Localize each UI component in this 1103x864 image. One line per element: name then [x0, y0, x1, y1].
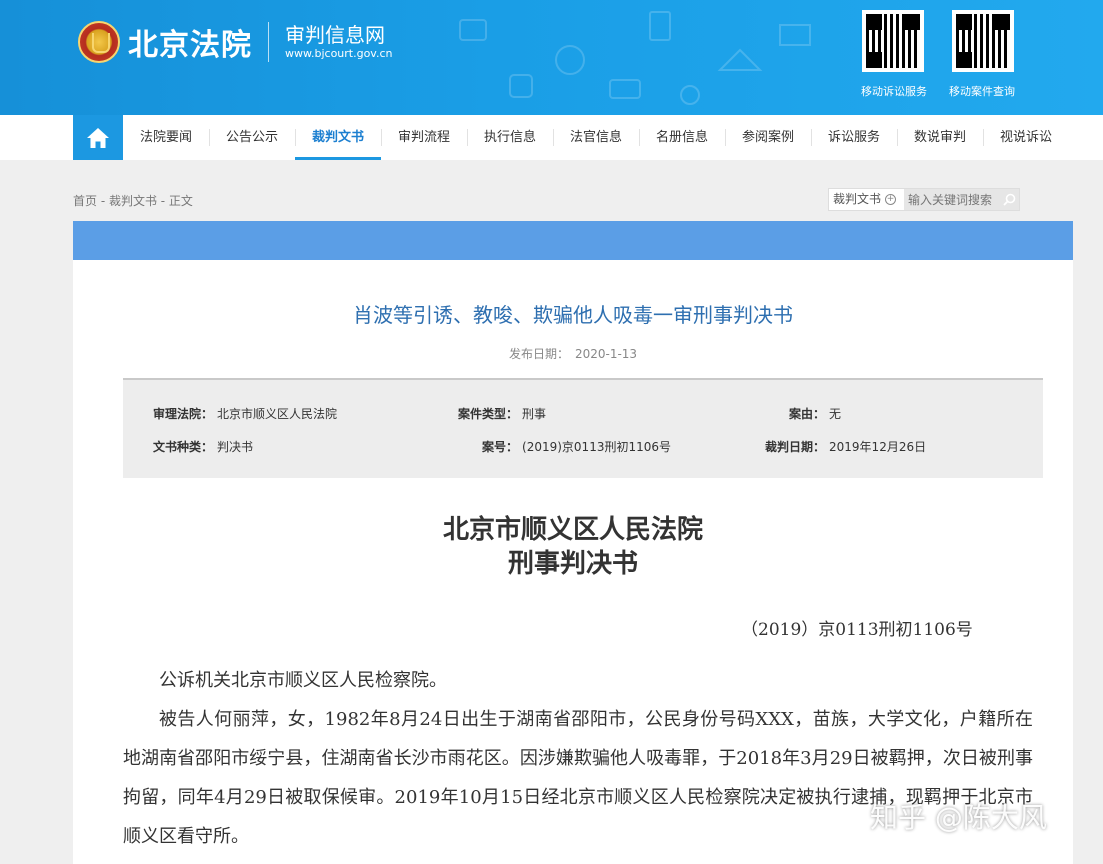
nav-items: 法院要闻 公告公示 裁判文书 审判流程 执行信息 法官信息 名册信息 参阅案例 … [123, 115, 1069, 160]
info-judge-date: 裁判日期： 2019年12月26日 [765, 438, 926, 455]
info-cause-label: 案由： [789, 407, 826, 421]
nav-item-judges[interactable]: 法官信息 [553, 115, 639, 160]
search-input[interactable] [904, 189, 1000, 210]
doc-type-heading: 刑事判决书 [507, 549, 638, 579]
info-case-no-value: (2019)京0113刑初1106号 [522, 440, 671, 454]
nav-item-registers[interactable]: 名册信息 [639, 115, 725, 160]
info-cause: 案由：无 [789, 405, 841, 422]
main-nav: 法院要闻 公告公示 裁判文书 审判流程 执行信息 法官信息 名册信息 参阅案例 … [0, 115, 1103, 160]
qr-code-icon [956, 14, 1010, 68]
search-icon [1003, 193, 1016, 206]
search-button[interactable] [1000, 189, 1019, 210]
nav-item-judgments[interactable]: 裁判文书 [295, 115, 381, 160]
qr-caption-case-query: 移动案件查询 [949, 85, 1015, 98]
logo-name: 北京法院 [128, 28, 252, 63]
info-doc-kind-label: 文书种类： [153, 440, 214, 454]
home-icon [87, 127, 109, 148]
info-case-no-label: 案号： [482, 440, 519, 454]
search-box: 裁判文书 + [828, 188, 1020, 211]
document-panel: 肖波等引诱、教唆、欺骗他人吸毒一审刑事判决书 发布日期： 2020-1-13 审理… [73, 221, 1073, 864]
search-category-label: 裁判文书 [833, 192, 882, 206]
court-name-heading: 北京市顺义区人民法院 [442, 515, 703, 545]
nav-item-reference-cases[interactable]: 参阅案例 [725, 115, 811, 160]
info-court: 审理法院： 北京市顺义区人民法院 [153, 405, 337, 422]
qr-code-case-query[interactable] [952, 10, 1014, 72]
info-cause-value: 无 [829, 407, 842, 421]
info-doc-kind-value: 判决书 [217, 440, 254, 454]
logo-divider [268, 22, 269, 62]
info-court-label: 审理法院： [153, 407, 214, 421]
publish-date-value: 2020-1-13 [574, 347, 638, 361]
document-title: 肖波等引诱、教唆、欺骗他人吸毒一审刑事判决书 [353, 303, 793, 327]
info-doc-kind: 文书种类： 判决书 [153, 438, 253, 455]
nav-item-announcements[interactable]: 公告公示 [209, 115, 295, 160]
site-url: www.bjcourt.gov.cn [285, 47, 393, 60]
case-info-panel: 审理法院： 北京市顺义区人民法院 案件类型： 刑事 案由：无 文书种类： 判决书 案号… [123, 378, 1043, 478]
plus-icon: + [885, 194, 897, 205]
info-case-type: 案件类型： 刑事 [458, 405, 546, 422]
site-subtitle: 审判信息网 www.bjcourt.gov.cn [285, 23, 392, 61]
nav-item-enforcement[interactable]: 执行信息 [467, 115, 553, 160]
nav-item-trial-statistics[interactable]: 数说审判 [897, 115, 983, 160]
document-header-bar [73, 221, 1073, 260]
nav-home-button[interactable] [73, 115, 123, 160]
case-reference: （2019）京0113刑初1106号 [741, 620, 973, 640]
zhihu-watermark: 知乎 @陈大风 [870, 801, 1047, 834]
info-case-type-label: 案件类型： [458, 407, 519, 421]
publish-date: 发布日期： 2020-1-13 [73, 345, 1073, 362]
publish-date-label: 发布日期： [508, 347, 569, 361]
info-judge-date-label: 裁判日期： [765, 440, 826, 454]
search-category-select[interactable]: 裁判文书 + [829, 189, 904, 210]
nav-item-news[interactable]: 法院要闻 [123, 115, 209, 160]
site-name: 审判信息网 [285, 23, 385, 47]
info-case-no: 案号： (2019)京0113刑初1106号 [482, 438, 671, 455]
site-header: 北京法院 审判信息网 www.bjcourt.gov.cn 移动诉讼服务 移动案… [0, 0, 1103, 115]
qr-code-icon [866, 14, 920, 68]
site-logo[interactable]: 北京法院 审判信息网 www.bjcourt.gov.cn [78, 20, 392, 64]
breadcrumb[interactable]: 首页 - 裁判文书 - 正文 [73, 192, 193, 209]
court-emblem-icon [78, 21, 120, 63]
qr-caption-litigation: 移动诉讼服务 [861, 85, 927, 98]
body-paragraph: 公诉机关北京市顺义区人民检察院。 [159, 670, 447, 691]
qr-code-litigation[interactable] [862, 10, 924, 72]
info-case-type-value: 刑事 [522, 407, 547, 421]
info-court-value: 北京市顺义区人民法院 [217, 407, 338, 421]
nav-item-trial-process[interactable]: 审判流程 [381, 115, 467, 160]
nav-item-litigation-services[interactable]: 诉讼服务 [811, 115, 897, 160]
info-judge-date-value: 2019年12月26日 [829, 440, 927, 454]
nav-item-video-litigation[interactable]: 视说诉讼 [983, 115, 1069, 160]
